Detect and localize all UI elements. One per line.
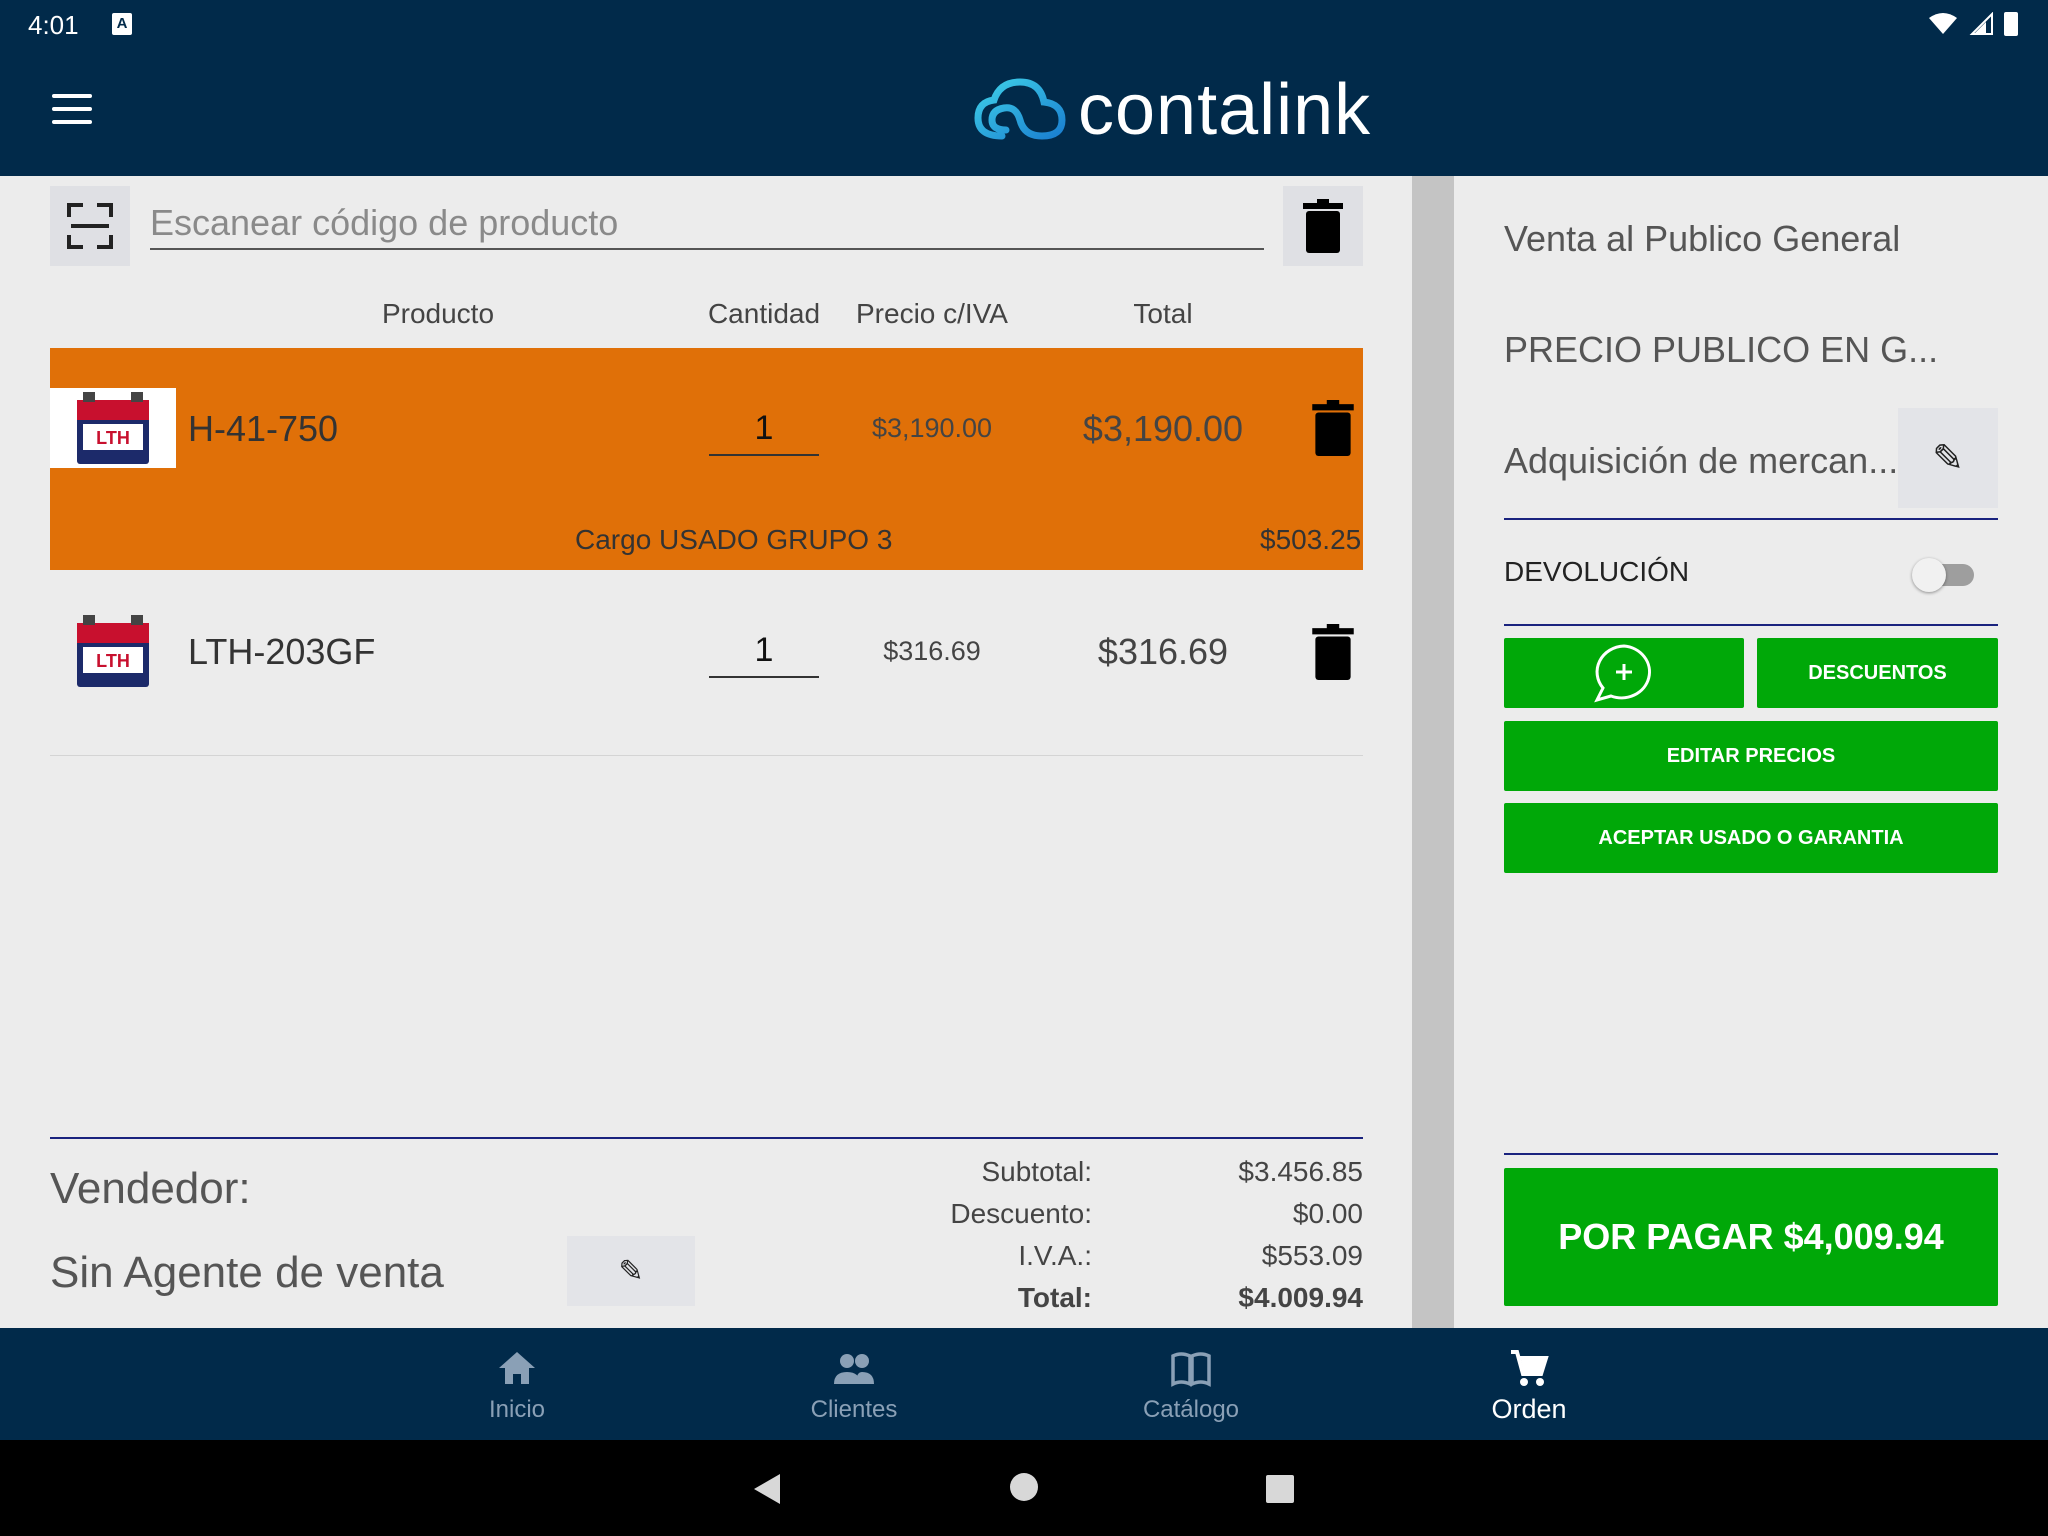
- contalink-logo: contalink: [972, 70, 1371, 150]
- battery-icon: [2004, 12, 2018, 36]
- nav-item-clientes[interactable]: Clientes: [764, 1328, 944, 1440]
- edit-seller-button[interactable]: ✎: [567, 1236, 695, 1306]
- pay-divider: [1504, 1153, 1998, 1155]
- return-label: DEVOLUCIÓN: [1504, 556, 1690, 587]
- nav-label: Clientes: [810, 1396, 898, 1423]
- nav-item-catalogo[interactable]: Catálogo: [1101, 1328, 1281, 1440]
- status-icons: [1928, 12, 2018, 36]
- delete-item-icon[interactable]: [1311, 400, 1355, 456]
- app-bar: contalink: [0, 48, 2048, 176]
- edit-concept-button[interactable]: ✎: [1898, 408, 1998, 508]
- product-image: LTH: [50, 388, 176, 468]
- seller-name: Sin Agente de venta: [50, 1248, 444, 1297]
- total-label: Total:: [1017, 1282, 1092, 1313]
- battery-product-icon: LTH: [77, 392, 149, 464]
- chat-add-icon: [1594, 644, 1651, 703]
- status-time: 4:01: [28, 10, 79, 40]
- notification-a-icon: A: [112, 13, 132, 35]
- charge-label: Cargo USADO GRUPO 3: [575, 524, 893, 555]
- home-button-icon[interactable]: [1009, 1472, 1039, 1502]
- discount-label: Descuento:: [950, 1198, 1092, 1229]
- book-icon: [1171, 1352, 1211, 1387]
- cart-icon: [1511, 1350, 1549, 1386]
- subtotal-value: $3.456.85: [1238, 1156, 1363, 1187]
- svg-text:LTH: LTH: [96, 428, 130, 448]
- return-toggle[interactable]: [1912, 558, 1974, 592]
- status-bar: 4:01 A: [0, 0, 2048, 48]
- concept-field[interactable]: Adquisición de mercan...: [1504, 440, 1898, 482]
- clear-order-button[interactable]: [1283, 186, 1363, 266]
- people-icon: [834, 1354, 874, 1384]
- unit-price: $316.69: [883, 636, 981, 666]
- barcode-scan-button[interactable]: [50, 186, 130, 266]
- system-navigation-bar: [0, 1440, 2048, 1536]
- seller-label: Vendedor:: [50, 1164, 251, 1213]
- price-list[interactable]: PRECIO PUBLICO EN G...: [1504, 329, 1938, 371]
- nav-label: Catálogo: [1142, 1396, 1240, 1423]
- product-code: LTH-203GF: [188, 631, 376, 672]
- signal-icon: [1969, 12, 1993, 35]
- column-header-total: Total: [1133, 298, 1193, 329]
- home-icon: [499, 1352, 535, 1384]
- add-note-button[interactable]: [1504, 638, 1744, 708]
- concept-divider: [1504, 518, 1998, 520]
- iva-label: I.V.A.:: [1018, 1240, 1092, 1271]
- unit-price: $3,190.00: [871, 413, 993, 443]
- client-name[interactable]: Venta al Publico General: [1504, 218, 1900, 260]
- footer-divider: [50, 1137, 1363, 1139]
- return-divider: [1504, 624, 1998, 626]
- nav-item-inicio[interactable]: Inicio: [427, 1328, 607, 1440]
- nav-label: Orden: [1491, 1394, 1567, 1424]
- iva-value: $553.09: [1261, 1240, 1363, 1271]
- nav-item-orden[interactable]: Orden: [1439, 1328, 1619, 1440]
- panel-separator: [1412, 176, 1454, 1328]
- nav-label: Inicio: [488, 1396, 546, 1423]
- pay-button[interactable]: POR PAGAR $4,009.94: [1504, 1168, 1998, 1306]
- column-header-product: Producto: [381, 298, 495, 329]
- edit-prices-button[interactable]: EDITAR PRECIOS: [1504, 721, 1998, 791]
- product-code: H-41-750: [188, 408, 339, 449]
- line-total: $3,190.00: [1082, 408, 1244, 449]
- bottom-navigation: Inicio Clientes Catálogo Orden: [0, 1328, 2048, 1440]
- delete-item-icon[interactable]: [1311, 624, 1355, 680]
- menu-icon[interactable]: [52, 94, 92, 128]
- column-header-quantity: Cantidad: [707, 298, 821, 329]
- column-header-price: Precio c/IVA: [856, 298, 1008, 329]
- scan-icon: [67, 203, 113, 249]
- line-total: $316.69: [1097, 631, 1229, 672]
- pencil-icon: ✎: [618, 1254, 644, 1288]
- logo-text: contalink: [1078, 70, 1372, 150]
- recents-icon[interactable]: [1265, 1474, 1295, 1504]
- quantity-field[interactable]: 1: [709, 626, 819, 678]
- charge-value: $503.25: [1260, 524, 1362, 555]
- pencil-icon: ✎: [1932, 437, 1964, 480]
- accept-used-warranty-button[interactable]: ACEPTAR USADO O GARANTIA: [1504, 803, 1998, 873]
- total-value: $4.009.94: [1238, 1282, 1363, 1313]
- subtotal-label: Subtotal:: [981, 1156, 1092, 1187]
- discounts-button[interactable]: DESCUENTOS: [1757, 638, 1998, 708]
- trash-icon: [1303, 199, 1343, 253]
- cloud-logo-icon: [974, 78, 1066, 140]
- discount-value: $0.00: [1292, 1198, 1363, 1229]
- back-icon[interactable]: [750, 1472, 784, 1506]
- scan-product-input[interactable]: [150, 198, 1264, 250]
- quantity-field[interactable]: 1: [709, 404, 819, 456]
- list-divider: [50, 755, 1363, 756]
- wifi-icon: [1929, 13, 1957, 34]
